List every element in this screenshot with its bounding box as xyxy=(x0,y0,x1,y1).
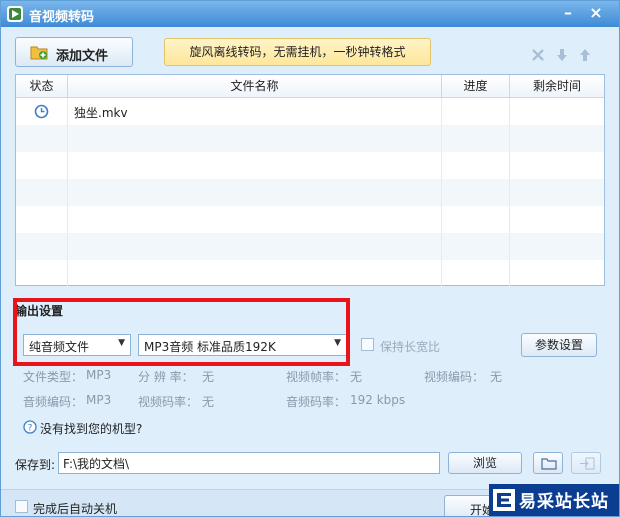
table-row[interactable]: 独坐.mkv xyxy=(16,98,604,125)
clock-icon xyxy=(34,104,49,119)
save-path-field[interactable] xyxy=(58,452,440,474)
column-divider xyxy=(509,98,510,286)
add-file-label: 添加文件 xyxy=(56,49,109,64)
table-row xyxy=(16,179,604,206)
output-settings-title: 输出设置 xyxy=(15,304,64,318)
video-codec-label: 视频编码： xyxy=(424,370,485,384)
add-file-button[interactable]: 添加文件 xyxy=(15,37,133,67)
converter-window: 音视频转码 – × 添加文件 旋风离线转码，无需挂机，一秒钟转格式 状态 文件名… xyxy=(0,0,620,517)
minimize-button[interactable]: – xyxy=(557,3,579,23)
preset-select-value: MP3音频 标准品质192K xyxy=(144,340,276,354)
auto-shutdown-label: 完成后自动关机 xyxy=(33,502,118,516)
save-path-input[interactable] xyxy=(63,456,433,470)
keep-ratio-label: 保持长宽比 xyxy=(380,340,441,354)
audio-codec-info: 音频编码： MP3 xyxy=(23,393,111,410)
folder-icon xyxy=(541,458,557,470)
file-table: 状态 文件名称 进度 剩余时间 独坐.mkv xyxy=(15,74,605,286)
window-title: 音视频转码 xyxy=(29,10,95,25)
chevron-down-icon: ▼ xyxy=(334,338,341,348)
keep-ratio-checkbox[interactable] xyxy=(361,338,374,351)
header-filename[interactable]: 文件名称 xyxy=(68,75,442,98)
export-icon xyxy=(580,457,595,470)
video-bitrate-value: 无 xyxy=(202,395,215,409)
video-codec-value: 无 xyxy=(490,370,503,384)
move-down-icon[interactable] xyxy=(555,48,569,62)
close-button[interactable]: × xyxy=(585,3,607,23)
audio-bitrate-value: 192 kbps xyxy=(350,393,406,407)
site-logo xyxy=(493,489,515,511)
preset-select[interactable]: MP3音频 标准品质192K ▼ xyxy=(138,334,347,356)
resolution-info: 分 辨 率： 无 xyxy=(138,368,214,385)
header-status[interactable]: 状态 xyxy=(16,75,68,98)
app-icon xyxy=(7,6,23,22)
browse-button[interactable]: 浏览 xyxy=(448,452,522,474)
help-icon[interactable]: ? xyxy=(23,420,37,434)
open-folder-button[interactable] xyxy=(533,452,563,474)
audio-bitrate-info: 音频码率： 192 kbps xyxy=(286,393,405,410)
resolution-value: 无 xyxy=(202,370,215,384)
video-fps-label: 视频帧率： xyxy=(286,370,347,384)
file-type-label: 文件类型： xyxy=(23,370,84,384)
audio-codec-label: 音频编码： xyxy=(23,395,84,409)
file-type-value: MP3 xyxy=(86,368,112,382)
site-watermark: 易采站长站 xyxy=(489,484,619,516)
video-bitrate-label: 视频码率： xyxy=(138,395,199,409)
watermark-text: 易采站长站 xyxy=(519,492,609,512)
file-name: 独坐.mkv xyxy=(74,106,128,120)
video-codec-info: 视频编码： 无 xyxy=(424,368,502,385)
column-divider xyxy=(67,98,68,286)
promo-banner[interactable]: 旋风离线转码，无需挂机，一秒钟转格式 xyxy=(164,38,431,66)
audio-codec-value: MP3 xyxy=(86,393,112,407)
resolution-label: 分 辨 率： xyxy=(138,370,194,384)
help-link[interactable]: 没有找到您的机型? xyxy=(40,420,142,437)
move-up-icon[interactable] xyxy=(578,48,592,62)
format-select[interactable]: 纯音频文件 ▼ xyxy=(23,334,131,356)
header-progress[interactable]: 进度 xyxy=(442,75,510,98)
save-to-label: 保存到: xyxy=(15,458,56,472)
video-bitrate-info: 视频码率：无 xyxy=(138,393,214,410)
video-fps-value: 无 xyxy=(350,370,363,384)
chevron-down-icon: ▼ xyxy=(118,338,125,348)
video-fps-info: 视频帧率：无 xyxy=(286,368,362,385)
table-row xyxy=(16,260,604,285)
table-row xyxy=(16,206,604,233)
add-folder-icon xyxy=(30,46,48,60)
file-type-info: 文件类型： MP3 xyxy=(23,368,111,385)
table-row xyxy=(16,233,604,260)
header-remaining[interactable]: 剩余时间 xyxy=(510,75,604,98)
title-bar: 音视频转码 – × xyxy=(1,1,619,27)
format-select-value: 纯音频文件 xyxy=(29,340,90,354)
svg-text:?: ? xyxy=(28,424,33,434)
auto-shutdown-checkbox[interactable] xyxy=(15,500,28,513)
audio-bitrate-label: 音频码率： xyxy=(286,395,347,409)
delete-icon[interactable] xyxy=(531,48,545,62)
export-button[interactable] xyxy=(571,452,601,474)
column-divider xyxy=(441,98,442,286)
params-settings-button[interactable]: 参数设置 xyxy=(521,333,597,357)
table-row xyxy=(16,125,604,152)
table-row xyxy=(16,152,604,179)
